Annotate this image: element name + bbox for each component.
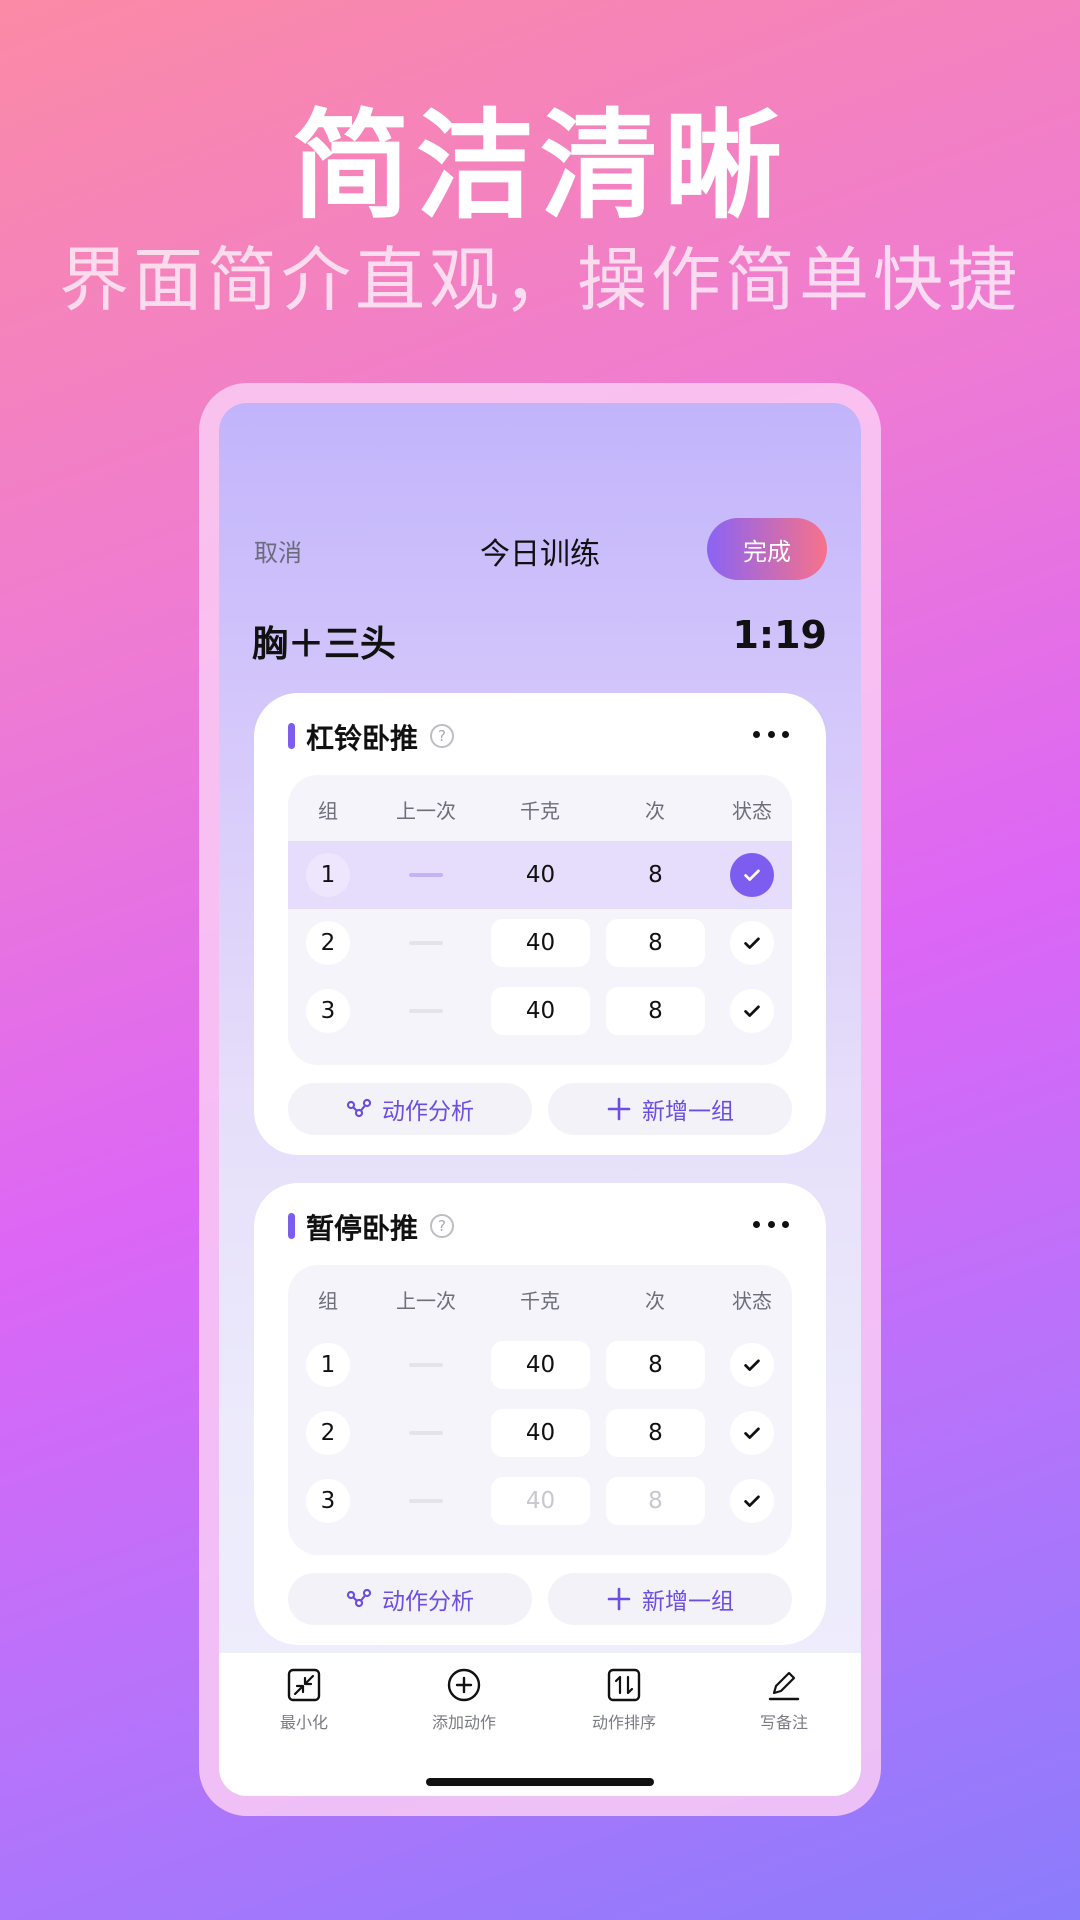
kg-input[interactable]: 40 <box>491 1341 590 1389</box>
kg-input[interactable]: 40 <box>491 987 590 1035</box>
plus-icon <box>607 1097 631 1121</box>
help-icon[interactable]: ? <box>430 724 454 748</box>
analysis-button[interactable]: 动作分析 <box>288 1083 532 1135</box>
tab-sort-exercises[interactable]: 动作排序 <box>564 1667 684 1733</box>
set-complete-toggle[interactable] <box>730 1411 774 1455</box>
set-number: 2 <box>306 921 350 965</box>
analysis-button[interactable]: 动作分析 <box>288 1573 532 1625</box>
check-icon <box>744 937 760 949</box>
set-number: 1 <box>306 853 350 897</box>
set-complete-toggle[interactable] <box>730 1343 774 1387</box>
home-indicator <box>426 1778 654 1786</box>
reps-input[interactable]: 8 <box>606 919 705 967</box>
sets-table: 组 上一次 千克 次 状态 1 40 8 2 40 8 3 40 8 <box>288 1265 792 1555</box>
table-row: 2 40 8 <box>288 909 792 977</box>
header-kg: 千克 <box>520 799 560 823</box>
check-icon <box>744 1359 760 1371</box>
exercise-title: 暂停卧推 <box>306 1212 419 1245</box>
kg-input[interactable]: 40 <box>491 851 590 899</box>
reps-input[interactable]: 8 <box>606 1341 705 1389</box>
tab-label: 动作排序 <box>591 1713 656 1732</box>
header-set: 组 <box>318 1289 338 1313</box>
add-set-label: 新增一组 <box>642 1589 734 1615</box>
tab-label: 最小化 <box>279 1713 328 1732</box>
tab-minimize[interactable]: 最小化 <box>244 1667 364 1733</box>
add-set-button[interactable]: 新增一组 <box>548 1083 792 1135</box>
reps-input[interactable]: 8 <box>606 987 705 1035</box>
table-row: 2 40 8 <box>288 1399 792 1467</box>
set-number: 3 <box>306 989 350 1033</box>
sort-icon <box>607 1668 641 1702</box>
analysis-icon <box>346 1588 372 1608</box>
done-button[interactable]: 完成 <box>707 518 827 580</box>
kg-input[interactable]: 40 <box>491 1477 590 1525</box>
table-row: 3 40 8 <box>288 977 792 1045</box>
header-previous: 上一次 <box>396 799 456 823</box>
set-number: 2 <box>306 1411 350 1455</box>
kg-input[interactable]: 40 <box>491 1409 590 1457</box>
tab-label: 添加动作 <box>431 1713 496 1732</box>
previous-empty-dash <box>409 1009 443 1013</box>
exercise-title: 杠铃卧推 <box>306 722 419 755</box>
table-header: 组 上一次 千克 次 状态 <box>288 795 792 825</box>
analysis-label: 动作分析 <box>382 1589 474 1615</box>
previous-empty-dash <box>409 1431 443 1435</box>
table-row: 1 40 8 <box>288 841 792 909</box>
more-icon[interactable] <box>753 731 789 739</box>
accent-bar <box>288 1213 295 1239</box>
reps-input[interactable]: 8 <box>606 851 705 899</box>
set-number: 1 <box>306 1343 350 1387</box>
reps-input[interactable]: 8 <box>606 1477 705 1525</box>
set-complete-toggle[interactable] <box>730 853 774 897</box>
check-icon <box>744 1005 760 1017</box>
plus-icon <box>607 1587 631 1611</box>
header-reps: 次 <box>645 799 665 823</box>
promo-subline: 界面简介直观，操作简单快捷 <box>59 239 1021 321</box>
analysis-icon <box>346 1098 372 1118</box>
set-complete-toggle[interactable] <box>730 921 774 965</box>
pencil-icon <box>768 1671 800 1701</box>
previous-empty-dash <box>409 1499 443 1503</box>
set-complete-toggle[interactable] <box>730 989 774 1033</box>
header-status: 状态 <box>732 1289 772 1313</box>
check-icon <box>744 1495 760 1507</box>
header-previous: 上一次 <box>396 1289 456 1313</box>
bottom-toolbar: 最小化 添加动作 动作排序 写备注 <box>219 1653 861 1796</box>
minimize-icon <box>287 1668 321 1702</box>
header-reps: 次 <box>645 1289 665 1313</box>
table-row: 1 40 8 <box>288 1331 792 1399</box>
promo-headline: 简洁清晰 <box>291 97 788 235</box>
header-set: 组 <box>318 799 338 823</box>
accent-bar <box>288 723 295 749</box>
add-set-label: 新增一组 <box>642 1099 734 1125</box>
tab-add-exercise[interactable]: 添加动作 <box>404 1667 524 1733</box>
help-icon[interactable]: ? <box>430 1214 454 1238</box>
add-set-button[interactable]: 新增一组 <box>548 1573 792 1625</box>
set-number: 3 <box>306 1479 350 1523</box>
previous-empty-dash <box>409 1363 443 1367</box>
workout-timer: 1:19 <box>732 613 827 657</box>
sets-table: 组 上一次 千克 次 状态 1 40 8 2 40 8 3 40 8 <box>288 775 792 1065</box>
set-complete-toggle[interactable] <box>730 1479 774 1523</box>
header-status: 状态 <box>732 799 772 823</box>
check-icon <box>744 1427 760 1439</box>
tab-label: 写备注 <box>759 1713 808 1732</box>
add-circle-icon <box>447 1668 481 1702</box>
kg-input[interactable]: 40 <box>491 919 590 967</box>
header-kg: 千克 <box>520 1289 560 1313</box>
exercise-card: 暂停卧推 ? 组 上一次 千克 次 状态 1 40 8 2 40 8 3 40 … <box>254 1183 826 1645</box>
reps-input[interactable]: 8 <box>606 1409 705 1457</box>
previous-empty-dash <box>409 873 443 877</box>
tab-write-note[interactable]: 写备注 <box>724 1667 844 1733</box>
exercise-card: 杠铃卧推 ? 组 上一次 千克 次 状态 1 40 8 2 40 8 3 40 … <box>254 693 826 1155</box>
previous-empty-dash <box>409 941 443 945</box>
table-header: 组 上一次 千克 次 状态 <box>288 1285 792 1315</box>
table-row: 3 40 8 <box>288 1467 792 1535</box>
check-icon <box>744 869 760 881</box>
phone-screen: 取消 今日训练 完成 胸＋三头 1:19 杠铃卧推 ? 组 上一次 千克 次 状… <box>219 403 861 1796</box>
workout-name: 胸＋三头 <box>252 624 397 665</box>
more-icon[interactable] <box>753 1221 789 1229</box>
analysis-label: 动作分析 <box>382 1099 474 1125</box>
